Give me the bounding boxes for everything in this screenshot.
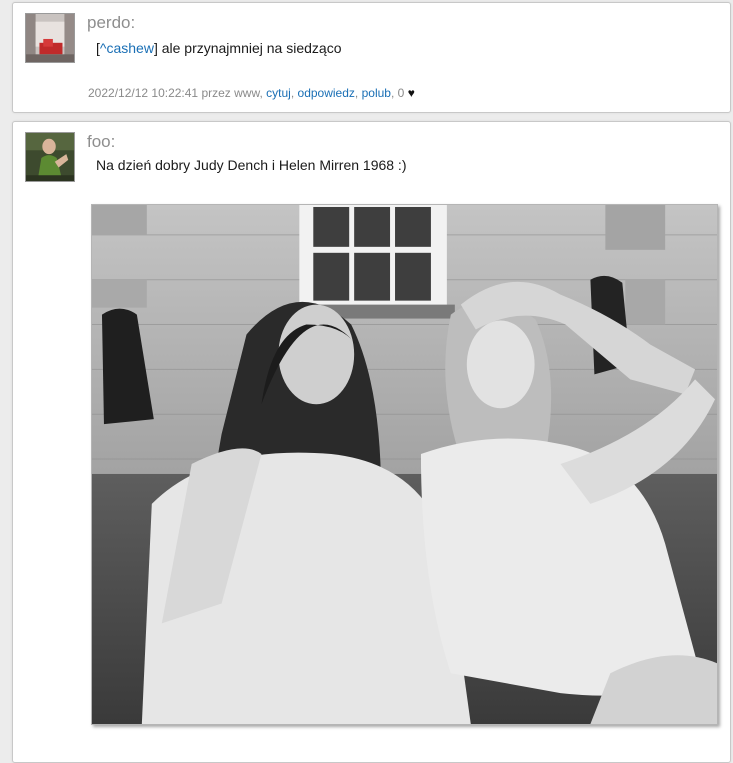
comment-post: foo: Na dzień dobry Judy Dench i Helen M… bbox=[12, 121, 731, 763]
attached-photo[interactable] bbox=[91, 204, 718, 725]
separator: , bbox=[354, 86, 359, 100]
photo-image bbox=[92, 205, 717, 724]
avatar-image bbox=[26, 133, 74, 181]
by-label: przez bbox=[201, 86, 231, 100]
reply-link[interactable]: odpowiedz bbox=[298, 86, 355, 100]
timestamp: 2022/12/12 10:22:41 bbox=[88, 86, 199, 100]
avatar-image bbox=[26, 14, 74, 62]
quote-link[interactable]: cytuj bbox=[266, 86, 291, 100]
reply-to-link[interactable]: ^cashew bbox=[100, 40, 154, 56]
like-link[interactable]: polub bbox=[362, 86, 391, 100]
like-count: 0 bbox=[397, 86, 405, 100]
separator: , bbox=[290, 86, 295, 100]
username[interactable]: perdo: bbox=[87, 13, 135, 33]
comment-body: ale przynajmniej na siedząco bbox=[157, 40, 342, 56]
user-avatar[interactable] bbox=[25, 13, 75, 63]
username[interactable]: foo: bbox=[87, 132, 115, 152]
heart-icon[interactable]: ♥ bbox=[408, 86, 415, 100]
author: www, bbox=[234, 86, 263, 100]
comment-body: Na dzień dobry Judy Dench i Helen Mirren… bbox=[96, 157, 407, 173]
separator: , bbox=[390, 86, 395, 100]
post-meta: 2022/12/12 10:22:41 przez www, cytuj, od… bbox=[88, 86, 415, 100]
user-avatar[interactable] bbox=[25, 132, 75, 182]
comment-text: [^cashew] ale przynajmniej na siedząco bbox=[96, 40, 341, 56]
comment-post: perdo: [^cashew] ale przynajmniej na sie… bbox=[12, 2, 731, 113]
